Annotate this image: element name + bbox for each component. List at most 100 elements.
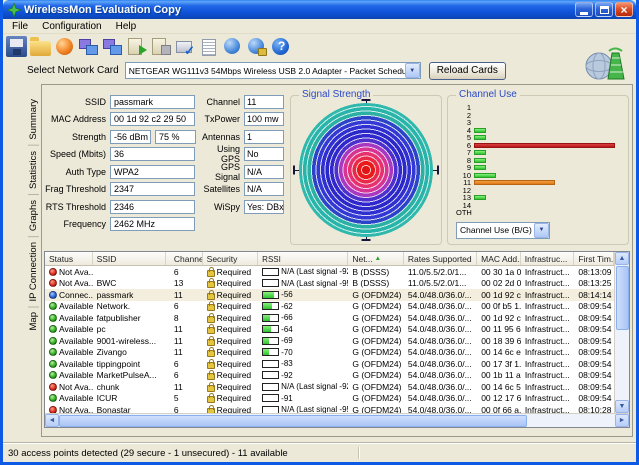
network-cards-alt-icon[interactable] <box>102 36 123 57</box>
side-tab[interactable]: Graphs <box>28 194 39 237</box>
field-value: -56 dBm <box>110 129 151 144</box>
close-button[interactable]: × <box>615 2 633 17</box>
infrastructure-cell: Infrastruct... <box>524 358 570 369</box>
channel-bar <box>474 180 555 186</box>
summary-field-row: GPS Signal N/A <box>196 162 285 182</box>
rates-cell: 54.0/48.0/36.0/... <box>407 324 472 335</box>
first-time-cell: 08:09:54 <box>578 312 612 323</box>
table-row[interactable]: Not Ava... chunk 11 Required N/A (Last s… <box>45 381 614 393</box>
minimize-icon <box>580 11 588 15</box>
infrastructure-cell: Infrastruct... <box>524 347 570 358</box>
menu-item[interactable]: Configuration <box>35 21 108 32</box>
network-card-row: Select Network Card NETGEAR WG111v3 54Mb… <box>3 47 636 82</box>
stop-script-icon[interactable] <box>150 36 171 57</box>
table-row[interactable]: Available fatpublisher 8 Required -66 G … <box>45 312 614 324</box>
column-header[interactable]: Rates Supported ▲ <box>404 252 478 265</box>
menu-item[interactable]: Help <box>109 21 144 32</box>
summary-field-row: WiSpy Yes: DBx <box>196 199 285 214</box>
side-tab[interactable]: Statistics <box>28 145 39 195</box>
column-header[interactable]: SSID ▲ <box>93 252 166 265</box>
column-header[interactable]: First Tim... ▲ <box>574 252 614 265</box>
column-header[interactable]: MAC Add... ▲ <box>477 252 521 265</box>
network-card-select[interactable]: NETGEAR WG111v3 54Mbps Wireless USB 2.0 … <box>124 62 421 79</box>
minimize-button[interactable] <box>575 2 593 17</box>
vertical-scroll-thumb[interactable] <box>616 266 629 330</box>
field-label: Channel <box>206 96 240 107</box>
ssid-cell: MarketPulseA... <box>96 370 157 381</box>
channel-cell: 6 <box>173 266 179 277</box>
scroll-left-button[interactable]: ◄ <box>45 414 59 427</box>
security-text: Required <box>216 324 252 335</box>
rssi-bar <box>262 371 280 380</box>
web-icon[interactable] <box>222 36 243 57</box>
column-header[interactable]: RSSI ▲ <box>258 252 349 265</box>
net-type-cell: G (OFDM24) <box>352 312 402 323</box>
menu-item[interactable]: File <box>5 21 35 32</box>
table-row[interactable]: Available ICUR 5 Required -91 G (OFDM24)… <box>45 393 614 405</box>
horizontal-scrollbar[interactable]: ◄ ► <box>45 413 629 427</box>
status-text: Available <box>59 370 93 381</box>
status-dot <box>49 290 57 299</box>
dropdown-button[interactable]: ▼ <box>404 63 420 78</box>
open-folder-icon[interactable] <box>30 36 51 56</box>
side-tab[interactable]: Map <box>28 307 39 335</box>
rssi-bar <box>262 359 280 368</box>
horizontal-scroll-thumb[interactable] <box>59 415 527 427</box>
menu-bar: File Configuration Help <box>3 19 636 34</box>
scroll-down-button[interactable]: ▼ <box>615 400 629 413</box>
toolbar <box>3 34 636 59</box>
channel-row: 1 <box>456 104 618 112</box>
maximize-button[interactable] <box>595 2 613 17</box>
column-header[interactable]: Net... ▲ <box>348 252 404 265</box>
table-row[interactable]: Connec... passmark 11 Required -56 G (OF… <box>45 289 614 301</box>
table-row[interactable]: Available 9001-wireless... 11 Required -… <box>45 335 614 347</box>
channel-row: 5 <box>456 134 618 142</box>
mac-cell: 00 30 1a 0... <box>481 266 521 277</box>
security-text: Required <box>216 278 252 289</box>
channel-label: 7 <box>466 148 471 157</box>
dropdown-button[interactable]: ▼ <box>534 222 549 238</box>
table-row[interactable]: Available pc 11 Required -64 G (OFDM24) … <box>45 324 614 336</box>
window-title: WirelessMon Evaluation Copy <box>24 3 181 16</box>
field-value: Yes: DBx <box>244 199 284 214</box>
table-row[interactable]: Available Network. 6 Required -62 G (OFD… <box>45 301 614 313</box>
run-script-icon[interactable] <box>126 36 147 57</box>
lock-icon <box>206 381 215 392</box>
column-header[interactable]: Status ▲ <box>45 252 93 265</box>
table-row[interactable]: Not Ava... BWC 13 Required N/A (Last sig… <box>45 278 614 290</box>
column-header[interactable]: Security ▲ <box>203 252 259 265</box>
record-icon[interactable] <box>56 38 73 55</box>
ssid-cell: Zivango <box>96 347 127 358</box>
side-tab[interactable]: Summary <box>28 94 39 146</box>
table-row[interactable]: Not Ava... 6 Required N/A (Last signal -… <box>45 266 614 278</box>
scroll-up-button[interactable]: ▲ <box>615 252 629 265</box>
save-icon[interactable] <box>6 36 27 57</box>
table-row[interactable]: Available tippingpoint 6 Required -83 G … <box>45 358 614 370</box>
network-cards-icon[interactable] <box>78 36 99 57</box>
rssi-bar <box>262 290 280 299</box>
column-header[interactable]: Channel ▲ <box>166 252 203 265</box>
check-device-icon[interactable] <box>174 36 195 57</box>
channel-use-select[interactable]: Channel Use (B/G) ▼ <box>456 221 550 239</box>
rssi-bar <box>262 382 280 391</box>
title-bar: WirelessMon Evaluation Copy × <box>3 0 636 19</box>
table-row[interactable]: Available Zivango 11 Required -70 G (OFD… <box>45 347 614 359</box>
field-value: 36 <box>110 147 195 161</box>
reload-cards-button[interactable]: Reload Cards <box>428 61 506 80</box>
scroll-right-button[interactable]: ► <box>615 414 629 427</box>
channel-row: 8 <box>456 156 618 165</box>
channel-label: 2 <box>466 110 471 120</box>
column-header[interactable]: Infrastruc... ▲ <box>521 252 575 265</box>
side-tab[interactable]: IP Connection <box>28 236 39 308</box>
web-lock-icon[interactable] <box>246 36 267 57</box>
table-row[interactable]: Available MarketPulseA... 6 Required -92… <box>45 370 614 382</box>
help-icon[interactable] <box>270 36 291 57</box>
vertical-scrollbar[interactable]: ▲ ▼ <box>614 252 629 413</box>
first-time-cell: 08:09:54 <box>578 381 612 392</box>
ssid-cell: fatpublisher <box>96 312 141 323</box>
report-icon[interactable] <box>198 36 219 57</box>
mac-cell: 00 12 17 6... <box>481 393 521 404</box>
net-type-cell: G (OFDM24) <box>352 393 402 404</box>
first-time-cell: 08:09:54 <box>578 335 612 346</box>
rssi-bar <box>262 302 280 311</box>
